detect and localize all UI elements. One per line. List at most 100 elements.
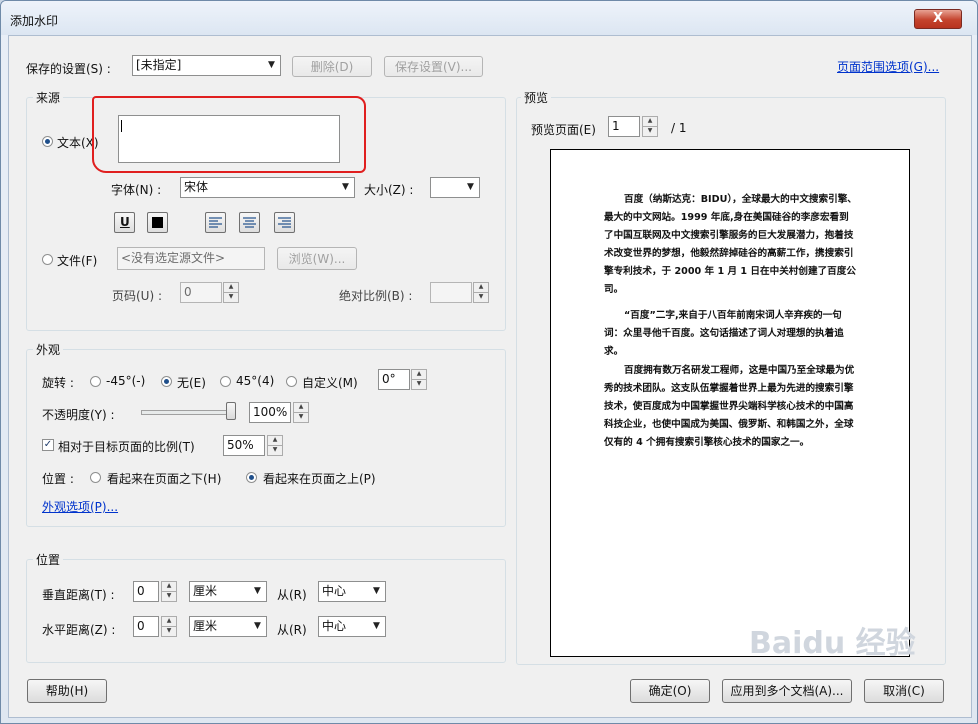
add-watermark-dialog: 添加水印 X 保存的设置(S) : [未指定] ▼ 删除(D) 保存设置(V).… bbox=[0, 0, 978, 724]
opacity-slider-thumb[interactable] bbox=[226, 402, 236, 420]
appearance-options-link[interactable]: 外观选项(P)... bbox=[42, 498, 118, 515]
vertical-unit-combo[interactable]: 厘米 ▼ bbox=[189, 581, 267, 602]
browse-button[interactable]: 浏览(W)... bbox=[277, 247, 357, 270]
horizontal-from-label: 从(R) bbox=[277, 623, 307, 637]
spin-down-icon[interactable]: ▼ bbox=[223, 292, 239, 303]
vertical-from-label: 从(R) bbox=[277, 588, 307, 602]
underline-icon: U bbox=[120, 215, 130, 229]
save-settings-button[interactable]: 保存设置(V)... bbox=[384, 56, 483, 77]
relative-scale-label: 相对于目标页面的比例(T) bbox=[58, 440, 195, 454]
chevron-down-icon: ▼ bbox=[373, 621, 380, 631]
position-group bbox=[26, 559, 506, 663]
ok-button[interactable]: 确定(O) bbox=[630, 679, 710, 703]
vertical-distance-input[interactable]: 0 bbox=[133, 581, 159, 602]
spin-down-icon[interactable]: ▼ bbox=[161, 591, 177, 602]
page-range-options-link[interactable]: 页面范围选项(G)... bbox=[837, 58, 939, 75]
vertical-distance-spinner[interactable]: ▲ ▼ bbox=[161, 581, 177, 602]
rotation-45-radio[interactable] bbox=[220, 376, 231, 387]
spin-down-icon[interactable]: ▼ bbox=[293, 412, 309, 423]
file-radio[interactable] bbox=[42, 254, 53, 265]
horizontal-distance-input[interactable]: 0 bbox=[133, 616, 159, 637]
rotation-none-label: 无(E) bbox=[177, 376, 206, 390]
rotation-custom-radio[interactable] bbox=[286, 376, 297, 387]
saved-settings-combo[interactable]: [未指定] ▼ bbox=[132, 55, 281, 76]
position-label: 位置 : bbox=[42, 472, 74, 486]
rotation-45-label: 45°(4) bbox=[236, 374, 275, 388]
align-right-button[interactable] bbox=[274, 212, 295, 233]
close-button[interactable]: X bbox=[914, 9, 962, 29]
baidu-jingyan-watermark: Baidu 经验 bbox=[749, 626, 916, 661]
align-center-icon bbox=[243, 217, 256, 228]
cancel-button[interactable]: 取消(C) bbox=[864, 679, 944, 703]
help-button[interactable]: 帮助(H) bbox=[27, 679, 107, 703]
rotation-none-radio[interactable] bbox=[161, 376, 172, 387]
preview-page: 百度（纳斯达克：BIDU），全球最大的中文搜索引擎、最大的中文网站。1999 年… bbox=[550, 149, 910, 657]
text-color-button[interactable] bbox=[147, 212, 168, 233]
opacity-spinner[interactable]: ▲ ▼ bbox=[293, 402, 309, 423]
preview-group-label: 预览 bbox=[521, 89, 552, 106]
title-bar[interactable]: 添加水印 X bbox=[1, 1, 977, 35]
apply-to-multiple-button[interactable]: 应用到多个文档(A)... bbox=[722, 679, 852, 703]
close-icon: X bbox=[932, 11, 944, 26]
color-swatch-icon bbox=[152, 217, 163, 228]
file-radio-label: 文件(F) bbox=[57, 254, 98, 268]
preview-page-input[interactable]: 1 bbox=[608, 116, 640, 137]
opacity-input[interactable]: 100% bbox=[249, 402, 291, 423]
underline-button[interactable]: U bbox=[114, 212, 135, 233]
opacity-slider-track[interactable] bbox=[141, 410, 233, 415]
spin-down-icon[interactable]: ▼ bbox=[642, 126, 658, 137]
horizontal-from-combo[interactable]: 中心 ▼ bbox=[318, 616, 386, 637]
font-value: 宋体 bbox=[184, 180, 209, 194]
saved-settings-value: [未指定] bbox=[136, 58, 182, 72]
source-group-label: 来源 bbox=[33, 89, 64, 106]
custom-angle-spinner[interactable]: ▲ ▼ bbox=[411, 369, 427, 390]
text-radio[interactable] bbox=[42, 136, 53, 147]
saved-settings-label: 保存的设置(S) : bbox=[26, 62, 111, 76]
rotation-custom-label: 自定义(M) bbox=[302, 376, 358, 390]
page-number-spinner[interactable]: ▲ ▼ bbox=[223, 282, 239, 303]
preview-paragraph: 百度（纳斯达克：BIDU），全球最大的中文搜索引擎、最大的中文网站。1999 年… bbox=[604, 194, 857, 295]
spin-down-icon[interactable]: ▼ bbox=[161, 626, 177, 637]
relative-scale-checkbox[interactable]: ✓ bbox=[42, 439, 54, 451]
vertical-from-combo[interactable]: 中心 ▼ bbox=[318, 581, 386, 602]
chevron-down-icon: ▼ bbox=[254, 621, 261, 631]
font-combo[interactable]: 宋体 ▼ bbox=[180, 177, 355, 198]
behind-page-label: 看起来在页面之下(H) bbox=[107, 472, 222, 486]
chevron-down-icon: ▼ bbox=[373, 586, 380, 596]
position-group-label: 位置 bbox=[33, 551, 64, 568]
vertical-distance-label: 垂直距离(T) : bbox=[42, 588, 115, 602]
source-file-field[interactable]: <没有选定源文件> bbox=[117, 247, 265, 270]
spin-down-icon[interactable]: ▼ bbox=[473, 292, 489, 303]
opacity-label: 不透明度(Y) : bbox=[42, 408, 115, 422]
horizontal-unit-combo[interactable]: 厘米 ▼ bbox=[189, 616, 267, 637]
chevron-down-icon: ▼ bbox=[254, 586, 261, 596]
custom-angle-input[interactable]: 0° bbox=[378, 369, 410, 390]
delete-button[interactable]: 删除(D) bbox=[292, 56, 372, 77]
absolute-scale-spinner[interactable]: ▲ ▼ bbox=[473, 282, 489, 303]
page-number-input[interactable]: 0 bbox=[180, 282, 222, 303]
preview-page-spinner[interactable]: ▲ ▼ bbox=[642, 116, 658, 137]
red-highlight-annotation bbox=[92, 96, 366, 173]
align-left-icon bbox=[209, 217, 222, 228]
align-left-button[interactable] bbox=[205, 212, 226, 233]
absolute-scale-input[interactable] bbox=[430, 282, 472, 303]
size-label: 大小(Z) : bbox=[364, 183, 414, 197]
preview-page-total: / 1 bbox=[671, 121, 687, 135]
font-label: 字体(N) : bbox=[111, 183, 162, 197]
on-top-page-radio[interactable] bbox=[246, 472, 257, 483]
spin-down-icon[interactable]: ▼ bbox=[267, 445, 283, 456]
spin-down-icon[interactable]: ▼ bbox=[411, 379, 427, 390]
align-center-button[interactable] bbox=[239, 212, 260, 233]
appearance-group-label: 外观 bbox=[33, 341, 64, 358]
rotation-minus45-label: -45°(-) bbox=[106, 374, 146, 388]
preview-paragraph: 百度拥有数万名研发工程师，这是中国乃至全球最为优秀的技术团队。这支队伍掌握着世界… bbox=[604, 365, 855, 448]
rotation-minus45-radio[interactable] bbox=[90, 376, 101, 387]
vertical-from-value: 中心 bbox=[322, 584, 347, 598]
horizontal-distance-spinner[interactable]: ▲ ▼ bbox=[161, 616, 177, 637]
dialog-client: 保存的设置(S) : [未指定] ▼ 删除(D) 保存设置(V)... 页面范围… bbox=[8, 35, 972, 718]
behind-page-radio[interactable] bbox=[90, 472, 101, 483]
relative-scale-input[interactable]: 50% bbox=[223, 435, 265, 456]
size-combo[interactable]: ▼ bbox=[430, 177, 480, 198]
page-number-label: 页码(U) : bbox=[112, 289, 163, 303]
relative-scale-spinner[interactable]: ▲ ▼ bbox=[267, 435, 283, 456]
